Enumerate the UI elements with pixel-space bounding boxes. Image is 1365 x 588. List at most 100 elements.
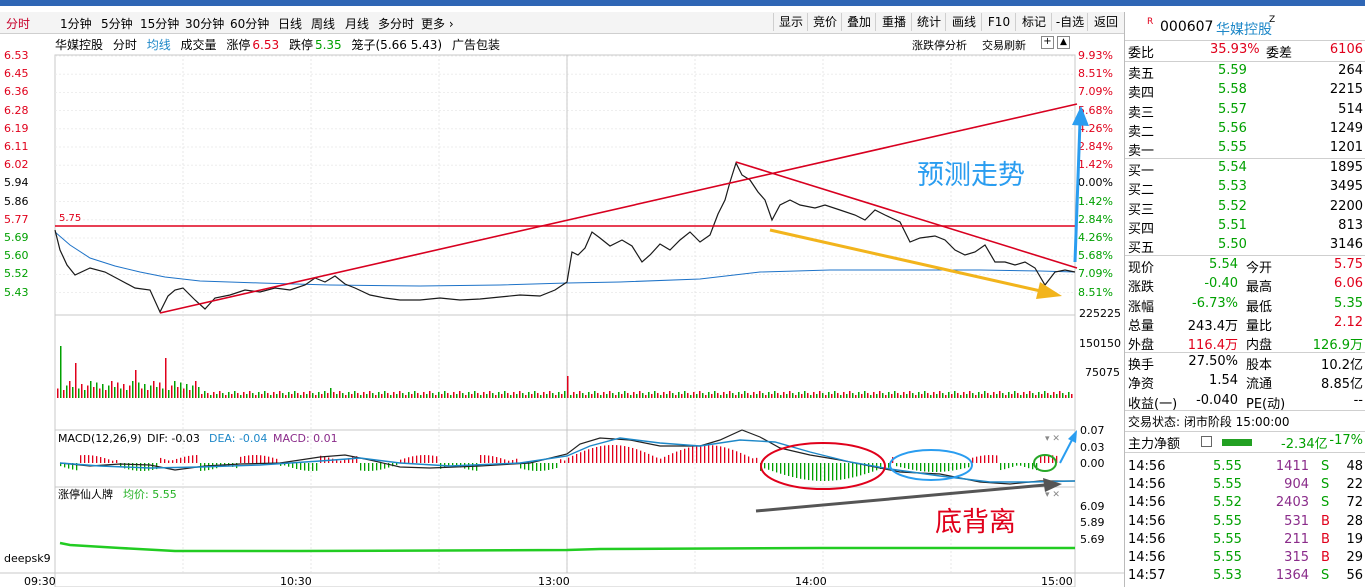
macd-dea: DEA: -0.04: [209, 432, 267, 445]
macd-bar: [716, 445, 718, 463]
volume-bar: [261, 394, 263, 398]
volume-bar: [78, 388, 80, 398]
macd-bar: [696, 445, 698, 463]
stock-title-row: R 000607 华媒控股 Z: [1125, 15, 1365, 39]
volume-bar: [423, 392, 425, 398]
tick-count: 19: [1346, 531, 1363, 547]
intraday-chart-svg[interactable]: 5.75 预测走势 底背离 MACD(12,26,9) DIF: -0.03 D…: [0, 0, 1124, 587]
macd-bar: [684, 448, 686, 463]
volume-bar: [519, 391, 521, 398]
stock-name[interactable]: 华媒控股: [1216, 19, 1272, 39]
volume-bar: [738, 392, 740, 398]
volume-bar: [165, 358, 167, 398]
macd-bar: [828, 463, 830, 481]
volume-bar: [483, 392, 485, 398]
volume-bar: [567, 376, 569, 398]
time-label-1030: 10:30: [280, 575, 312, 588]
volume-bar: [834, 391, 836, 398]
indicator-name: 涨停仙人牌: [58, 487, 113, 501]
volume-bar: [717, 393, 719, 398]
macd-bar: [316, 463, 318, 471]
volume-bar: [1023, 392, 1025, 398]
stat-label: 内盘: [1246, 338, 1273, 354]
volume-bar: [474, 391, 476, 398]
order-diff-label: 委差: [1266, 46, 1293, 61]
volume-bar: [516, 394, 518, 398]
macd-bar: [896, 463, 898, 467]
tick-side: B: [1321, 513, 1330, 529]
volume-bar: [996, 394, 998, 398]
macd-bar: [572, 455, 574, 463]
volume-bar: [204, 391, 206, 398]
volume-bar: [210, 395, 212, 398]
macd-bar: [240, 456, 242, 463]
volume-bar: [315, 395, 317, 398]
volume-bar: [642, 393, 644, 398]
volume-bar: [117, 382, 119, 398]
capital-flow-icon[interactable]: [1201, 436, 1212, 447]
macd-bar: [508, 460, 510, 463]
quote-panel: R 000607 华媒控股 Z 委比 35.93% 委差 6106 卖五 5.59…: [1124, 12, 1365, 587]
macd-bar: [524, 463, 526, 470]
macd-bar: [752, 458, 754, 463]
volume-bar: [963, 392, 965, 398]
volume-bar: [396, 394, 398, 398]
volume-bar: [303, 392, 305, 398]
volume-bar: [249, 391, 251, 398]
volume-bar: [225, 395, 227, 398]
tick-row: 14:56 5.52 2403 S 72: [1125, 494, 1365, 513]
volume-bar: [498, 392, 500, 398]
volume-bar: [747, 393, 749, 398]
macd-bar: [632, 447, 634, 463]
volume-bar: [1044, 391, 1046, 398]
volume-bar: [270, 395, 272, 398]
capital-flow-bar: [1222, 439, 1252, 446]
volume-bar: [411, 394, 413, 398]
volume-bar: [873, 392, 875, 398]
macd-bar: [832, 463, 834, 481]
tick-price: 5.55: [1213, 459, 1242, 474]
bid-volume: 3495: [1329, 179, 1363, 195]
volume-bar: [726, 394, 728, 398]
stat-label: 流通: [1246, 377, 1273, 393]
macd-bar: [548, 463, 550, 470]
volume-bar: [462, 393, 464, 398]
volume-bar: [300, 395, 302, 398]
macd-bar: [1044, 455, 1046, 463]
volume-bar: [177, 387, 179, 398]
volume-bar: [624, 391, 626, 398]
macd-bar: [160, 457, 162, 463]
volume-bar: [654, 391, 656, 398]
macd-bar: [908, 463, 910, 469]
volume-bar: [933, 392, 935, 398]
volume-bar: [555, 395, 557, 398]
macd-bar: [436, 456, 438, 463]
ask-row: 卖三 5.57 514: [1125, 101, 1365, 121]
tick-time: 14:56: [1128, 495, 1166, 511]
volume-bar: [408, 392, 410, 398]
volume-bar: [150, 385, 152, 398]
volume-bar: [666, 394, 668, 398]
bid-row: 买二 5.53 3495: [1125, 178, 1365, 198]
macd-bar: [1000, 463, 1002, 471]
stat-value: -0.40: [1204, 276, 1238, 292]
macd-bar: [988, 455, 990, 463]
volume-bar: [939, 391, 941, 398]
volume-bar: [693, 392, 695, 398]
tick-side: S: [1321, 495, 1330, 511]
forecast-arrow-line: [769, 228, 1046, 294]
macd-bar: [860, 463, 862, 476]
macd-bar: [276, 458, 278, 463]
macd-bar: [312, 463, 314, 471]
macd-bar: [664, 456, 666, 463]
stock-super: Z: [1269, 15, 1276, 25]
volume-bar: [207, 393, 209, 398]
macd-bar: [576, 453, 578, 463]
macd-up-arrow-line: [1059, 437, 1074, 464]
time-label-0930: 09:30: [24, 575, 56, 588]
macd-bar: [248, 455, 250, 463]
volume-bar: [795, 395, 797, 398]
bid-label: 买四: [1128, 221, 1155, 237]
macd-bar: [852, 463, 854, 478]
macd-axis-top: 0.07: [1080, 424, 1105, 437]
